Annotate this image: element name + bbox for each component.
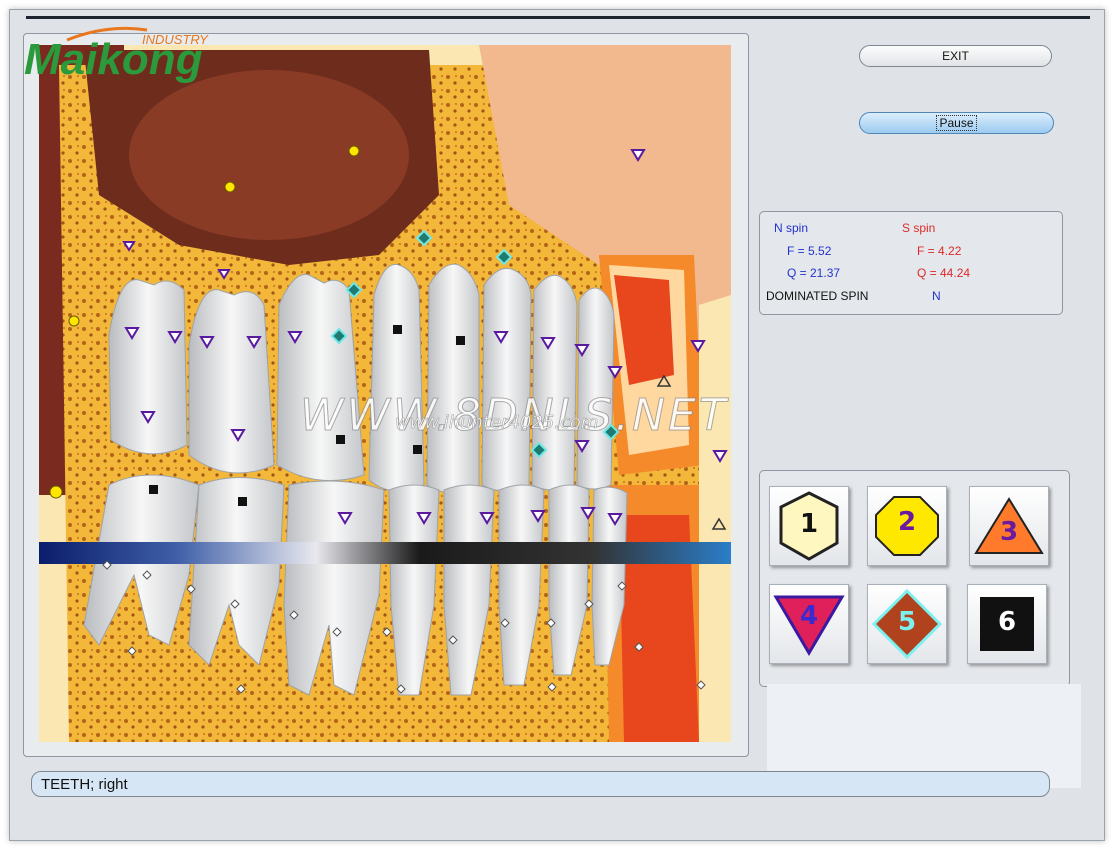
status-bar: TEETH; right <box>31 771 1050 797</box>
dominated-spin-label: DOMINATED SPIN <box>766 289 869 303</box>
pause-button-label: Pause <box>936 115 977 131</box>
n-spin-label: N spin <box>774 221 809 235</box>
marker-1-label: 1 <box>799 509 819 539</box>
marker-3-label: 3 <box>999 517 1019 547</box>
marker-5-button[interactable]: 5 <box>867 584 947 664</box>
marker-6-button[interactable]: 6 <box>967 584 1047 664</box>
teeth-scan-image: WWW.8DNLS.NET www.ihunter4025.com <box>39 45 731 742</box>
s-spin-q: Q = 44.24 <box>917 266 971 280</box>
n-spin-q: Q = 21.37 <box>787 266 841 280</box>
marker-legend-panel: 1 2 3 4 5 6 <box>759 470 1070 687</box>
spin-panel: N spin S spin F = 5.52 F = 4.22 Q = 21.3… <box>759 211 1063 315</box>
marker-1-button[interactable]: 1 <box>769 486 849 566</box>
exit-button[interactable]: EXIT <box>859 45 1052 67</box>
dominated-spin-value: N <box>932 289 941 303</box>
watermark-subtext: www.ihunter4025.com <box>395 412 599 434</box>
title-line <box>26 16 1090 19</box>
svg-text:Maikong: Maikong <box>24 35 203 84</box>
marker-4-label: 4 <box>799 601 819 631</box>
marker-3-button[interactable]: 3 <box>969 486 1049 566</box>
maikong-logo: INDUSTRY Maikong <box>24 26 209 84</box>
marker-2-label: 2 <box>897 507 917 537</box>
n-spin-f: F = 5.52 <box>787 244 832 258</box>
s-spin-label: S spin <box>902 221 936 235</box>
marker-2-button[interactable]: 2 <box>867 486 947 566</box>
marker-6-label: 6 <box>997 607 1017 637</box>
marker-5-label: 5 <box>897 607 917 637</box>
marker-4-button[interactable]: 4 <box>769 584 849 664</box>
pause-button[interactable]: Pause <box>859 112 1054 134</box>
s-spin-f: F = 4.22 <box>917 244 962 258</box>
